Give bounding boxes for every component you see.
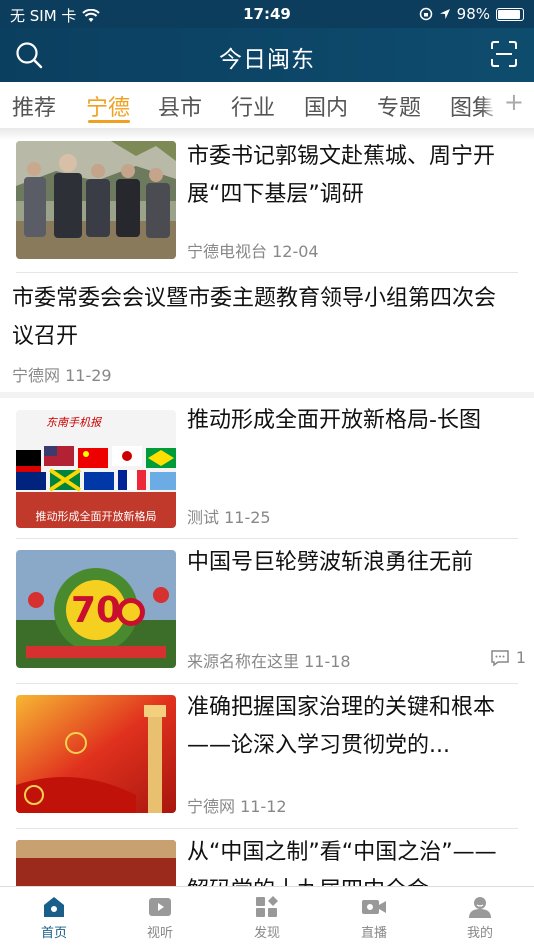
rotation-lock-icon	[419, 7, 432, 21]
news-thumbnail: 70	[16, 550, 176, 668]
tab-counties[interactable]: 县市	[158, 90, 202, 122]
news-source: 测试	[187, 508, 220, 527]
list-item[interactable]: 70 中国号巨轮劈波斩浪勇往无前 来源名称在这里 11-18 1	[0, 538, 534, 683]
thumb-caption: 推动形成全面开放新格局	[36, 509, 157, 523]
battery-percent: 98%	[456, 5, 490, 23]
list-item[interactable]: 准确把握国家治理的关键和根本——论深入学习贯彻党的... 宁德网 11-12	[0, 683, 534, 828]
comment-number: 1	[515, 648, 526, 667]
camera-icon	[362, 900, 386, 914]
news-title: 推动形成全面开放新格局-长图	[187, 408, 481, 433]
nav-bar: 今日闽东	[0, 28, 534, 82]
tab-domestic[interactable]: 国内	[304, 90, 348, 122]
news-meta: 宁德电视台 12-04	[187, 238, 319, 262]
news-title: 市委常委会会议暨市委主题教育领导小组第四次会议召开	[12, 286, 497, 349]
status-bar: 无 SIM 卡 17:49 98%	[0, 0, 534, 28]
channel-tabs: 推荐 宁德 县市 行业 国内 专题 图集 +	[0, 82, 534, 128]
news-source: 宁德网	[187, 797, 236, 816]
news-date: 11-12	[240, 797, 287, 816]
comment-count[interactable]: 1	[490, 648, 526, 667]
status-right: 98%	[419, 5, 524, 23]
news-source: 来源名称在这里	[187, 652, 300, 671]
tab-discover[interactable]: 发现	[227, 895, 307, 941]
news-date: 11-29	[65, 366, 112, 385]
news-date: 11-18	[304, 652, 351, 671]
news-date: 11-25	[224, 508, 271, 527]
news-thumbnail: 东南手机报 推动形成全面开放新格局	[16, 410, 176, 528]
tab-profile[interactable]: 我的	[440, 895, 520, 941]
tab-ningde[interactable]: 宁德	[86, 90, 130, 122]
list-item[interactable]: 从“中国之制”看“中国之治”——解码党的十九届四中全会	[0, 828, 534, 886]
tab-topics[interactable]: 专题	[377, 90, 421, 122]
bottom-tab-bar: 首页 视听 发现 直播 我的	[0, 886, 534, 951]
tab-label: 发现	[253, 926, 280, 941]
home-icon	[44, 897, 64, 917]
news-source: 宁德电视台	[187, 242, 268, 261]
tab-label: 我的	[466, 926, 493, 941]
list-item[interactable]: 东南手机报 推动形成全面开放新格局 推动形成全面开放新格局-长图 测试 11-2…	[0, 398, 534, 538]
news-date: 12-04	[272, 242, 319, 261]
news-thumbnail	[16, 141, 176, 259]
app-title: 今日闽东	[219, 47, 315, 73]
news-meta: 宁德网 11-29	[12, 362, 112, 386]
tab-video[interactable]: 视听	[120, 895, 200, 941]
news-meta: 宁德网 11-12	[187, 793, 287, 817]
thumb-logo: 东南手机报	[46, 416, 103, 429]
profile-icon	[469, 897, 491, 918]
comment-icon	[491, 649, 509, 666]
tab-live[interactable]: 直播	[334, 895, 414, 941]
add-channel-button[interactable]: +	[495, 88, 524, 116]
active-tab-indicator	[88, 120, 130, 123]
svg-text:70: 70	[71, 590, 121, 631]
news-meta: 测试 11-25	[187, 504, 271, 528]
news-title: 中国号巨轮劈波斩浪勇往无前	[187, 550, 474, 575]
news-source: 宁德网	[12, 366, 61, 385]
news-thumbnail	[16, 695, 176, 813]
tab-gallery[interactable]: 图集	[450, 90, 494, 122]
battery-icon	[496, 7, 524, 21]
tab-label: 直播	[360, 926, 387, 941]
news-title: 从“中国之制”看“中国之治”——解码党的十九届四中全会	[187, 840, 497, 886]
tab-recommend[interactable]: 推荐	[12, 90, 56, 122]
tab-label: 视听	[146, 926, 173, 941]
location-icon	[439, 9, 450, 19]
list-item[interactable]: 市委书记郭锡文赴蕉城、周宁开展“四下基层”调研 宁德电视台 12-04	[0, 128, 534, 272]
discover-icon	[256, 896, 278, 917]
news-thumbnail	[16, 840, 176, 886]
list-item[interactable]: 市委常委会会议暨市委主题教育领导小组第四次会议召开 宁德网 11-29	[0, 272, 534, 392]
news-title: 市委书记郭锡文赴蕉城、周宁开展“四下基层”调研	[187, 144, 496, 207]
scan-icon[interactable]	[490, 40, 518, 68]
news-list: 市委书记郭锡文赴蕉城、周宁开展“四下基层”调研 宁德电视台 12-04 市委常委…	[0, 128, 534, 886]
news-title: 准确把握国家治理的关键和根本——论深入学习贯彻党的...	[187, 695, 496, 758]
tab-industry[interactable]: 行业	[231, 90, 275, 122]
news-meta: 来源名称在这里 11-18	[187, 648, 351, 672]
play-icon	[149, 898, 171, 916]
tab-label: 首页	[40, 926, 67, 941]
tab-home[interactable]: 首页	[14, 895, 94, 941]
